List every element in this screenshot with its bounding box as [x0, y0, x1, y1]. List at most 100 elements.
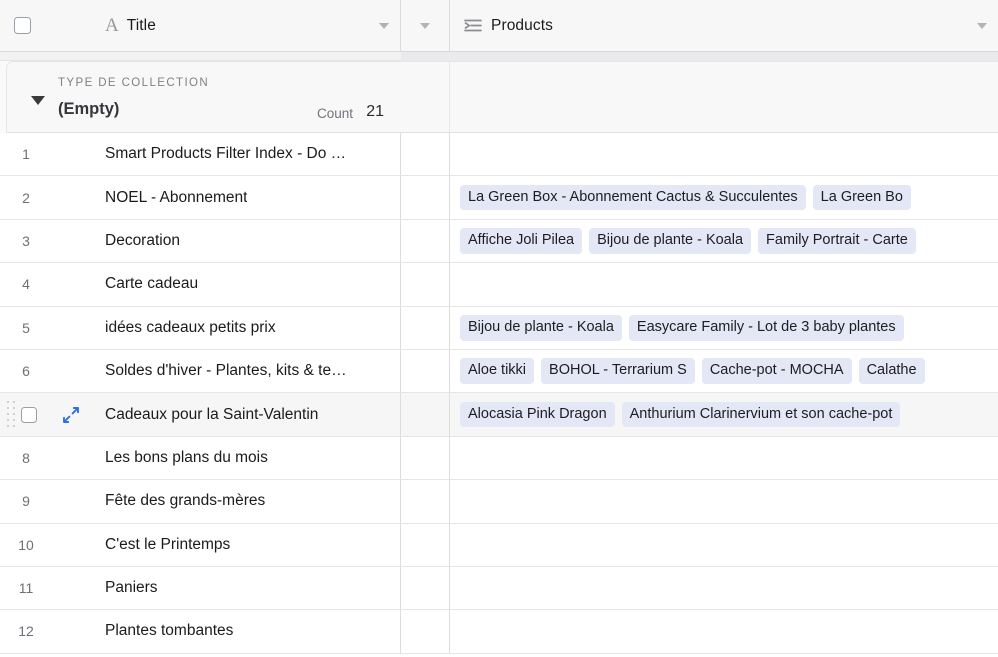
product-tag[interactable]: Easycare Family - Lot de 3 baby plantes [628, 314, 904, 341]
group-field-name: TYPE DE COLLECTION [58, 77, 210, 89]
product-tag[interactable]: Alocasia Pink Dragon [460, 401, 615, 428]
cell-title[interactable]: 2 NOEL - Abonnement [0, 176, 401, 219]
link-record-icon [464, 18, 483, 33]
cell-title[interactable]: 9 Fête des grands-mères [0, 480, 401, 523]
cell-title[interactable]: 4 Carte cadeau [0, 263, 401, 306]
column-header-products-label: Products [491, 16, 553, 34]
cell-products[interactable] [450, 437, 998, 479]
cell-title[interactable]: 3 Decoration [0, 219, 401, 263]
product-tag[interactable]: Anthurium Clarinervium et son cache-pot [621, 401, 901, 428]
group-count-value: 21 [366, 103, 384, 120]
row-title-text: Fête des grands-mères [105, 492, 266, 510]
product-tag[interactable]: Aloe tikki [460, 358, 535, 384]
row-title-text: Carte cadeau [105, 275, 199, 293]
cell-title[interactable]: 10 C'est le Printemps [0, 523, 401, 566]
rows-container: 1 Smart Products Filter Index - Do … 2 NOEL… [0, 133, 998, 654]
table-row[interactable]: 1 Smart Products Filter Index - Do … [0, 133, 998, 177]
expand-record-icon[interactable] [62, 406, 80, 424]
table-row[interactable]: 9 Fête des grands-mères [0, 480, 998, 524]
cell-spacer[interactable] [401, 133, 450, 176]
chevron-down-icon-spacer[interactable] [420, 22, 430, 29]
cell-title[interactable]: Cadeaux pour la Saint-Valentin [0, 393, 401, 436]
select-all-checkbox[interactable] [14, 17, 31, 34]
records-grid: A Title Products TYPE DE COLLECTION (Emp… [0, 0, 998, 657]
product-tag[interactable]: Family Portrait - Carte [758, 228, 916, 254]
cell-title[interactable]: 12 Plantes tombantes [0, 610, 401, 653]
table-row[interactable]: 6 Soldes d'hiver - Plantes, kits & te… Alo… [0, 349, 998, 394]
drag-handle-icon[interactable] [7, 400, 17, 429]
cell-products[interactable]: Bijou de plante - Koala Easycare Family -… [450, 307, 998, 349]
text-field-icon: A [105, 15, 119, 36]
column-header-row: A Title Products [0, 0, 998, 52]
row-title-text: NOEL - Abonnement [105, 188, 248, 206]
table-row[interactable]: 2 NOEL - Abonnement La Green Box - Abonnem… [0, 176, 998, 220]
cell-title[interactable]: 11 Paniers [0, 566, 401, 610]
row-title-text: C'est le Printemps [105, 535, 231, 553]
row-title-text: Plantes tombantes [105, 622, 234, 640]
group-header-products-cell [450, 61, 998, 133]
row-number: 3 [22, 232, 30, 249]
chevron-down-icon-title[interactable] [379, 22, 389, 29]
cell-products[interactable]: La Green Box - Abonnement Cactus & Succu… [450, 176, 998, 218]
cell-title[interactable]: 6 Soldes d'hiver - Plantes, kits & te… [0, 349, 401, 393]
table-row[interactable]: 4 Carte cadeau [0, 263, 998, 307]
column-header-spacer[interactable] [401, 0, 450, 51]
cell-spacer[interactable] [401, 219, 450, 263]
row-number: 2 [22, 189, 30, 206]
group-value-label: (Empty) [58, 100, 120, 118]
cell-products[interactable] [450, 133, 998, 175]
row-number: 8 [22, 449, 30, 466]
column-header-title[interactable]: A Title [0, 0, 401, 51]
row-number: 9 [22, 493, 30, 510]
row-title-text: Cadeaux pour la Saint-Valentin [105, 405, 319, 423]
product-tag[interactable]: BOHOL - Terrarium S [541, 358, 695, 384]
product-tag[interactable]: Cache-pot - MOCHA [701, 358, 852, 384]
cell-spacer[interactable] [401, 436, 450, 480]
product-tag[interactable]: Bijou de plante - Koala [460, 314, 622, 341]
cell-spacer[interactable] [401, 263, 450, 306]
cell-products[interactable] [450, 263, 998, 305]
chevron-down-icon-products[interactable] [977, 22, 987, 29]
cell-products[interactable] [450, 567, 998, 609]
cell-products[interactable] [450, 480, 998, 522]
product-tag[interactable]: La Green Bo [812, 184, 911, 211]
cell-products[interactable]: Alocasia Pink Dragon Anthurium Clarinervi… [450, 393, 998, 435]
product-tag[interactable]: Calathe [858, 358, 925, 384]
group-header-row: TYPE DE COLLECTION (Empty) Count 21 [0, 61, 998, 133]
row-number: 12 [18, 623, 34, 640]
group-header-left-panel[interactable]: TYPE DE COLLECTION (Empty) Count 21 [6, 61, 401, 133]
table-row[interactable]: Cadeaux pour la Saint-Valentin Alocasia P… [0, 393, 998, 437]
cell-spacer[interactable] [401, 480, 450, 523]
cell-spacer[interactable] [401, 176, 450, 219]
cell-spacer[interactable] [401, 523, 450, 566]
group-header-spacer-cell [401, 61, 450, 133]
cell-products[interactable] [450, 524, 998, 566]
product-tag[interactable]: Affiche Joli Pilea [460, 228, 583, 254]
row-number: 10 [18, 536, 34, 553]
cell-spacer[interactable] [401, 349, 450, 393]
cell-spacer[interactable] [401, 306, 450, 349]
row-select-checkbox[interactable] [21, 406, 37, 423]
group-collapse-triangle-icon[interactable] [31, 96, 45, 105]
cell-title[interactable]: 1 Smart Products Filter Index - Do … [0, 133, 401, 176]
cell-products[interactable]: Aloe tikki BOHOL - Terrarium S Cache-pot -… [450, 350, 998, 392]
cell-spacer[interactable] [401, 393, 450, 436]
cell-products[interactable] [450, 610, 998, 652]
product-tag[interactable]: Bijou de plante - Koala [589, 228, 752, 254]
column-header-title-label: Title [126, 16, 156, 34]
cell-products[interactable]: Affiche Joli Pilea Bijou de plante - Koal… [450, 220, 998, 262]
cell-title[interactable]: 5 idées cadeaux petits prix [0, 306, 401, 349]
table-row[interactable]: 12 Plantes tombantes [0, 610, 998, 654]
table-row[interactable]: 10 C'est le Printemps [0, 523, 998, 567]
table-row[interactable]: 3 Decoration Affiche Joli Pilea Bijou de pl… [0, 219, 998, 264]
table-row[interactable]: 8 Les bons plans du mois [0, 436, 998, 481]
table-row[interactable]: 5 idées cadeaux petits prix Bijou de plant… [0, 306, 998, 350]
row-title-text: Soldes d'hiver - Plantes, kits & te… [105, 362, 347, 380]
cell-spacer[interactable] [401, 610, 450, 653]
cell-spacer[interactable] [401, 566, 450, 610]
row-title-text: Smart Products Filter Index - Do … [105, 145, 347, 163]
column-header-products[interactable]: Products [450, 0, 998, 51]
cell-title[interactable]: 8 Les bons plans du mois [0, 436, 401, 480]
product-tag[interactable]: La Green Box - Abonnement Cactus & Succu… [460, 184, 806, 211]
table-row[interactable]: 11 Paniers [0, 566, 998, 611]
